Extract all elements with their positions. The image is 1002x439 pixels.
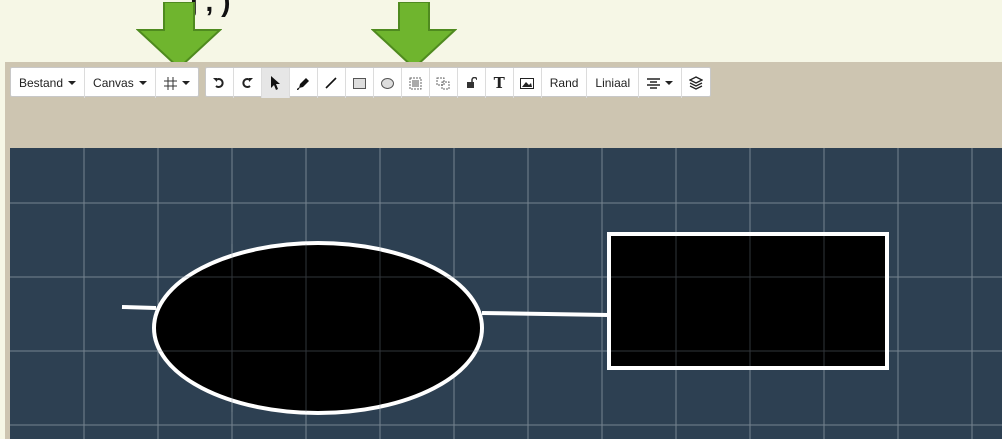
layers-button[interactable] <box>682 68 710 98</box>
drawing-canvas[interactable] <box>10 148 1002 439</box>
image-tool-button[interactable] <box>514 68 542 98</box>
select-arrow-icon <box>270 76 280 90</box>
rectangle-shape[interactable] <box>607 232 889 370</box>
chevron-down-icon <box>138 81 147 85</box>
layers-icon <box>689 76 704 90</box>
ellipse-shape[interactable] <box>152 241 484 415</box>
rand-button[interactable]: Rand <box>542 68 588 98</box>
canvas-label: Canvas <box>93 76 134 90</box>
line-tool-button[interactable] <box>318 68 346 98</box>
toolbar: Bestand Canvas T Rand Liniaal <box>10 67 717 98</box>
green-arrow-left <box>136 2 222 70</box>
rectangle-icon <box>352 77 366 89</box>
connector-line-middle[interactable] <box>481 311 609 317</box>
canvas-drawing <box>10 148 1002 439</box>
bestand-menu-button[interactable]: Bestand <box>11 68 86 98</box>
undo-icon <box>213 78 224 88</box>
ungroup-icon <box>436 77 450 89</box>
green-arrow-right <box>371 2 457 70</box>
align-icon <box>647 77 661 89</box>
chevron-down-icon <box>68 81 77 85</box>
ungroup-button[interactable] <box>430 68 458 98</box>
pen-tool-button[interactable] <box>290 68 318 98</box>
bestand-label: Bestand <box>19 76 64 90</box>
lock-button[interactable] <box>458 68 486 98</box>
redo-icon <box>242 78 254 88</box>
menu-group: Bestand Canvas <box>10 67 199 98</box>
connector-line-left[interactable] <box>121 305 157 310</box>
ellipse-tool-button[interactable] <box>374 68 402 98</box>
grid-menu-button[interactable] <box>156 68 198 98</box>
line-icon <box>325 77 337 89</box>
image-icon <box>520 77 535 89</box>
tools-group: T Rand Liniaal <box>204 67 712 98</box>
group-button[interactable] <box>402 68 430 98</box>
undo-button[interactable] <box>206 68 234 98</box>
rectangle-tool-button[interactable] <box>346 68 374 98</box>
group-icon <box>409 77 422 89</box>
liniaal-button[interactable]: Liniaal <box>587 68 640 98</box>
lock-icon <box>466 77 477 88</box>
ellipse-icon <box>380 77 394 89</box>
pen-icon <box>296 77 309 90</box>
grid-icon <box>163 76 177 90</box>
chevron-down-icon <box>181 81 190 85</box>
chevron-down-icon <box>665 81 674 85</box>
text-icon: T <box>493 74 505 92</box>
editor-app: Bestand Canvas T Rand Liniaal <box>5 62 1002 439</box>
redo-button[interactable] <box>234 68 262 98</box>
text-tool-button[interactable]: T <box>486 68 514 98</box>
canvas-menu-button[interactable]: Canvas <box>85 68 156 98</box>
align-menu-button[interactable] <box>639 68 683 98</box>
select-tool-button[interactable] <box>261 68 290 98</box>
